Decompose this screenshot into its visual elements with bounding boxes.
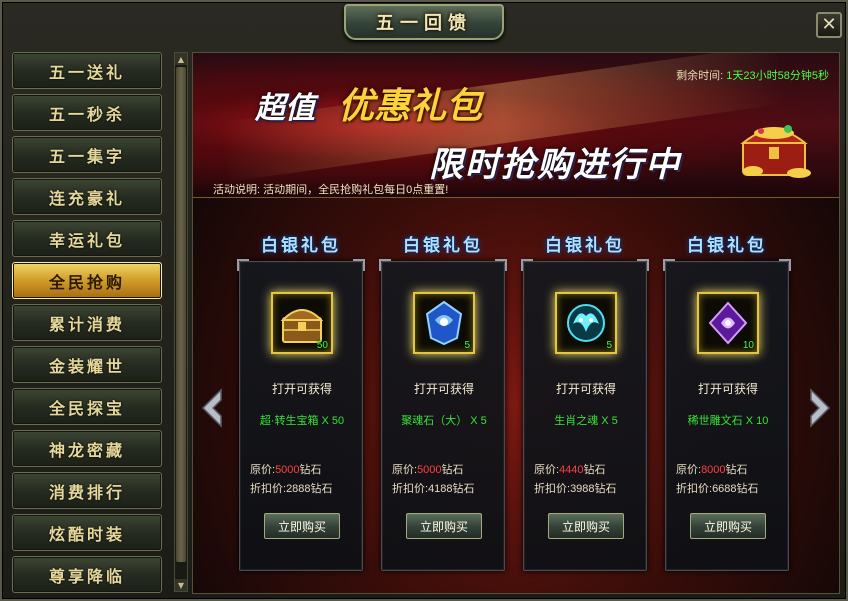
original-price-unit: 钻石 xyxy=(441,464,464,476)
original-price-label: 原价: xyxy=(392,464,418,476)
buy-now-button[interactable]: 立即购买 xyxy=(548,513,624,539)
card-body: 5 打开可获得 聚魂石（大） X 5 原价:5000钻石 折扣价:4188钻石 … xyxy=(379,259,507,571)
blue-soul-stone-icon[interactable]: 5 xyxy=(413,292,475,354)
promo-banner: 超值 优惠礼包 限时抢购进行中 剩余时间: 1天23小时58分钟5秒 活动说明:… xyxy=(193,53,839,198)
card-body: 10 打开可获得 稀世雕文石 X 10 原价:8000钻石 折扣价:6688钻石… xyxy=(663,259,791,571)
item-count: 5 xyxy=(464,340,470,351)
sidebar-item-xuanku-shizhuang[interactable]: 炫酷时装 xyxy=(12,514,162,551)
prev-page-icon[interactable] xyxy=(199,388,225,428)
banner-title-a: 超值 xyxy=(255,91,315,126)
banner-title-b: 优惠礼包 xyxy=(338,86,483,127)
zodiac-soul-icon[interactable]: 5 xyxy=(555,292,617,354)
sidebar-item-xingyun-libao[interactable]: 幸运礼包 xyxy=(12,220,162,257)
discount-price: 折扣价:4188钻石 xyxy=(392,480,475,496)
next-page-icon[interactable] xyxy=(807,388,833,428)
open-label: 打开可获得 xyxy=(555,382,616,396)
card-body: 5 打开可获得 生肖之魂 X 5 原价:4440钻石 折扣价:3988钻石 立即… xyxy=(521,259,649,571)
original-price-value: 8000 xyxy=(701,464,726,476)
discount-price-value: 4188钻石 xyxy=(428,483,475,495)
close-icon: ✕ xyxy=(821,14,837,35)
discount-price-label: 折扣价: xyxy=(534,483,571,495)
original-price-value: 5000 xyxy=(275,464,300,476)
buy-now-button[interactable]: 立即购买 xyxy=(406,513,482,539)
countdown-timer: 剩余时间: 1天23小时58分钟5秒 xyxy=(676,67,829,83)
buy-now-button[interactable]: 立即购买 xyxy=(690,513,766,539)
original-price: 原价:8000钻石 xyxy=(676,461,748,477)
original-price-label: 原价: xyxy=(534,464,560,476)
event-description: 活动说明: 活动期间，全民抢购礼包每日0点重置! xyxy=(213,184,449,196)
open-label: 打开可获得 xyxy=(413,382,474,396)
gift-card-4: 白银礼包 10 打开可获得 稀世雕文石 X 10 原价:8000钻石 折扣价:6… xyxy=(663,231,791,571)
sidebar-item-shenlong-micang[interactable]: 神龙密藏 xyxy=(12,430,162,467)
discount-price-label: 折扣价: xyxy=(676,483,713,495)
item-count: 10 xyxy=(742,340,754,351)
buy-now-button[interactable]: 立即购买 xyxy=(264,513,340,539)
original-price-unit: 钻石 xyxy=(725,464,748,476)
window-title-plate: 五一回馈 xyxy=(344,4,504,40)
sidebar-item-zunxiang-jianglin[interactable]: 尊享降临 xyxy=(12,556,162,593)
item-name: 超·转生宝箱 X 50 xyxy=(259,415,345,427)
original-price-label: 原价: xyxy=(250,464,276,476)
main-panel: 超值 优惠礼包 限时抢购进行中 剩余时间: 1天23小时58分钟5秒 活动说明:… xyxy=(192,52,840,594)
purple-rune-stone-icon[interactable]: 10 xyxy=(697,292,759,354)
original-price-label: 原价: xyxy=(676,464,702,476)
close-button[interactable]: ✕ xyxy=(816,12,842,38)
item-count: 5 xyxy=(606,340,612,351)
item-count: 50 xyxy=(316,340,328,351)
timer-value: 1天23小时58分钟5秒 xyxy=(726,70,829,82)
scroll-down-icon[interactable]: ▼ xyxy=(175,579,187,591)
sidebar-item-lianchong-haoli[interactable]: 连充豪礼 xyxy=(12,178,162,215)
original-price-value: 4440 xyxy=(559,464,584,476)
scroll-up-icon[interactable]: ▲ xyxy=(175,53,187,65)
original-price: 原价:5000钻石 xyxy=(250,461,322,477)
card-title: 白银礼包 xyxy=(261,236,341,256)
card-body: 50 打开可获得 超·转生宝箱 X 50 原价:5000钻石 折扣价:2888钻… xyxy=(237,259,365,571)
original-price-value: 5000 xyxy=(417,464,442,476)
scroll-thumb[interactable] xyxy=(176,67,186,562)
timer-label: 剩余时间: xyxy=(676,70,724,82)
sidebar-item-quanmin-qianggou[interactable]: 全民抢购 xyxy=(12,262,162,299)
card-title: 白银礼包 xyxy=(545,236,625,256)
banner-subtitle: 限时抢购进行中 xyxy=(429,145,681,185)
sidebar-item-jinzhuang-yaoshi[interactable]: 金装耀世 xyxy=(12,346,162,383)
gift-card-2: 白银礼包 5 打开可获得 聚魂石（大） X 5 原价:5000钻石 折扣价:41… xyxy=(379,231,507,571)
sidebar-scrollbar[interactable]: ▲ ▼ xyxy=(174,52,188,592)
item-name: 稀世雕文石 X 10 xyxy=(687,415,769,427)
gold-chest-icon xyxy=(733,111,821,181)
item-name: 聚魂石（大） X 5 xyxy=(401,415,487,427)
item-name: 生肖之魂 X 5 xyxy=(554,415,618,427)
discount-price-value: 3988钻石 xyxy=(570,483,617,495)
sidebar: 五一送礼 五一秒杀 五一集字 连充豪礼 幸运礼包 全民抢购 累计消费 金装耀世 … xyxy=(12,52,164,598)
original-price-unit: 钻石 xyxy=(299,464,322,476)
treasure-chest-icon[interactable]: 50 xyxy=(271,292,333,354)
sidebar-item-leiji-xiaofei[interactable]: 累计消费 xyxy=(12,304,162,341)
original-price-unit: 钻石 xyxy=(583,464,606,476)
discount-price-label: 折扣价: xyxy=(392,483,429,495)
original-price: 原价:5000钻石 xyxy=(392,461,464,477)
window-title: 五一回馈 xyxy=(376,13,472,34)
discount-price: 折扣价:3988钻石 xyxy=(534,480,617,496)
card-title: 白银礼包 xyxy=(403,236,483,256)
original-price: 原价:4440钻石 xyxy=(534,461,606,477)
discount-price-value: 2888钻石 xyxy=(286,483,333,495)
discount-price: 折扣价:2888钻石 xyxy=(250,480,333,496)
gift-card-1: 白银礼包 50 打开可获得 超·转生宝箱 X 50 原价:5000钻石 折扣价:… xyxy=(237,231,365,571)
discount-price-label: 折扣价: xyxy=(250,483,287,495)
sidebar-item-xiaofei-paihang[interactable]: 消费排行 xyxy=(12,472,162,509)
open-label: 打开可获得 xyxy=(271,382,332,396)
event-window: 五一回馈 ✕ 五一送礼 五一秒杀 五一集字 连充豪礼 幸运礼包 全民抢购 累计消… xyxy=(0,0,848,601)
sidebar-item-wuyi-songli[interactable]: 五一送礼 xyxy=(12,52,162,89)
sidebar-item-wuyi-miaosha[interactable]: 五一秒杀 xyxy=(12,94,162,131)
card-title: 白银礼包 xyxy=(687,236,767,256)
sidebar-item-wuyi-jizi[interactable]: 五一集字 xyxy=(12,136,162,173)
discount-price: 折扣价:6688钻石 xyxy=(676,480,759,496)
open-label: 打开可获得 xyxy=(697,382,758,396)
sidebar-item-quanmin-tanbao[interactable]: 全民探宝 xyxy=(12,388,162,425)
discount-price-value: 6688钻石 xyxy=(712,483,759,495)
gift-card-3: 白银礼包 5 打开可获得 生肖之魂 X 5 原价:4440钻石 折扣价:3988… xyxy=(521,231,649,571)
